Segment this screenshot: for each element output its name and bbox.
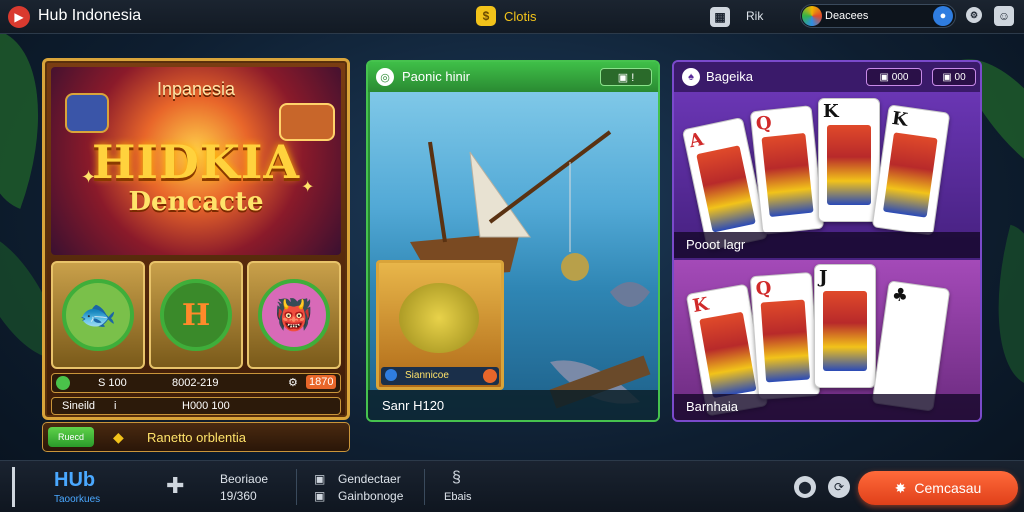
fish-game-footer-text: Sanr H120 [382,398,445,413]
slot-stat-win: 1870 [306,375,337,389]
card-game-top-label: Pooot lagr [686,237,746,252]
ebais-button[interactable]: § Ebais [440,461,500,512]
fish-thumb-label: Siannicoe [381,367,499,385]
card-game-badge-count: 000 [891,72,909,83]
stats-button[interactable]: ✚ Beoriaoe 19/360 [160,461,290,512]
card-game-icon: ♠ [682,68,700,86]
settings-icon[interactable]: ⚙ [966,7,982,23]
fish-thumb-action-icon[interactable] [483,369,497,383]
slot-footer-bar: Sineild i H000 100 [51,397,341,415]
slot-reels: 🐟 H 👹 [51,261,341,369]
playing-card: Q [749,271,821,401]
play-now-label: Cemcasau [914,480,982,496]
app-title: Hub Indonesia [38,7,142,24]
slot-game-subtitle: Dencacte [128,187,264,217]
reward-icon [385,369,397,381]
sparkle-icon: ✦ [81,167,97,187]
golden-fish-icon [399,283,479,353]
card-game-bottom-label-bar: Barnhaia [674,394,980,420]
app-logo-icon[interactable]: ▶ [8,6,30,28]
search-icon[interactable]: ● [933,6,953,26]
slot-game-region: Inpanesia [156,79,236,99]
card-game-title: Bageika [706,69,753,84]
refresh-icon[interactable]: ⟳ [828,476,850,498]
slot-footer-label: Sineild [62,400,96,412]
card-game-top-panel[interactable]: A Q K K Pooot lagr [674,92,980,258]
card-game-bottom-label: Barnhaia [686,399,739,414]
ebais-label: Ebais [444,491,472,503]
fish-game-footer: Sanr H120 [368,390,658,420]
stats-value: 19/360 [220,489,257,503]
profile-avatar-icon[interactable] [802,6,822,26]
fish-character-thumbnail[interactable]: Siannicoe [376,260,504,390]
divider [296,469,297,505]
fish-game-title: Paonic hinir [402,69,470,84]
slot-footer-value: H000 100 [182,400,230,412]
slot-stat-bet: S 100 [98,377,127,389]
grid-small-icon: ▣ [314,489,326,503]
slot-reel: H [149,261,243,369]
search-box[interactable]: ● [800,4,956,28]
playing-card: ♣ [871,280,951,412]
link-icon: § [452,469,461,486]
card-game-top-label-bar: Pooot lagr [674,232,980,258]
user-menu-icon[interactable]: ☺ [994,6,1014,26]
bonus-button[interactable]: Ruecd [48,427,94,447]
playing-card: J [814,264,876,388]
play-now-button[interactable]: ✸ Cemcasau [858,471,1018,505]
bonus-strip: Ruecd ◆ Ranetto orblentia [42,422,350,452]
card-game-bottom-panel[interactable]: K Q J ♣ Barnhaia [674,260,980,420]
bottom-bar: HUb Taoorkues ✚ Beoriaoe 19/360 ▣ ▣ Gend… [0,460,1024,512]
stats-title: Beoriaoe [220,472,269,486]
sparkle-icon: ✦ [301,179,315,196]
settings-small-icon[interactable]: ⚙ [288,376,298,389]
star-icon: ✸ [894,479,907,496]
gamepad-icon: ✚ [166,473,185,498]
card-game-card[interactable]: ♠ Bageika ▣ 000 ▣ 00 A Q K K Pooot lagr … [672,60,982,422]
shield-icon: ◆ [113,429,124,445]
generator-title: Gendectaer [338,472,401,486]
slot-stat-balance: 8002-219 [172,377,219,389]
coins-label: Clotis [504,8,537,24]
grid-icon[interactable]: ▦ [710,7,730,27]
card-game-badge[interactable]: ▣ 00 [932,68,976,86]
bonus-text: Ranetto orblentia [147,430,247,445]
info-icon[interactable]: i [114,400,116,412]
grid-small-icon: ▣ [314,472,326,486]
green-gem-icon [56,376,70,390]
generator-button[interactable]: ▣ ▣ Gendectaer Gainbonoge [310,461,420,512]
game-icon: ◎ [376,68,394,86]
top-bar: ▶ Hub Indonesia $ Clotis ▦ Rik ● ⚙ ☺ [0,0,1024,34]
letter-h-symbol-icon: H [160,279,232,351]
playing-card: K [818,98,880,222]
slot-stats-bar: S 100 8002-219 ⚙ 1870 [51,373,341,393]
slot-reel: 👹 [247,261,341,369]
pink-monster-symbol-icon: 👹 [258,279,330,351]
green-fish-symbol-icon: 🐟 [62,279,134,351]
brand-title: HUb [54,469,96,491]
playing-card: Q [749,105,825,235]
slot-reel: 🐟 [51,261,145,369]
coins-display[interactable]: $ Clotis [476,6,537,26]
fish-game-badge-count: ! [631,72,635,84]
fish-game-header: ◎ Paonic hinir ▣ ! [368,62,658,92]
fish-thumb-text: Siannicoe [405,370,449,381]
slot-game-card[interactable]: Inpanesia HIDKIA Dencacte ✦ ✦ 🐟 H 👹 S 10… [42,58,350,420]
card-game-badge-count: 00 [954,72,966,83]
coin-icon: $ [476,6,496,26]
brand-home[interactable]: HUb Taoorkues [12,461,142,512]
slot-game-banner: Inpanesia HIDKIA Dencacte ✦ ✦ [51,67,341,255]
search-input[interactable] [825,8,929,24]
card-game-badge[interactable]: ▣ 000 [866,68,922,86]
location-icon[interactable]: ⬤ [794,476,816,498]
generator-subtitle: Gainbonoge [338,489,404,503]
card-game-header: ♠ Bageika ▣ 000 ▣ 00 [674,62,980,92]
playing-card: K [871,104,951,236]
top-bar-label: Rik [746,9,764,23]
brand-edge [12,467,15,507]
divider [424,469,425,505]
fish-game-badge[interactable]: ▣ ! [600,68,652,86]
brand-subtitle: Taoorkues [54,494,101,505]
fish-game-card[interactable]: ◎ Paonic hinir ▣ ! Siannicoe Sanr H120 [366,60,660,422]
